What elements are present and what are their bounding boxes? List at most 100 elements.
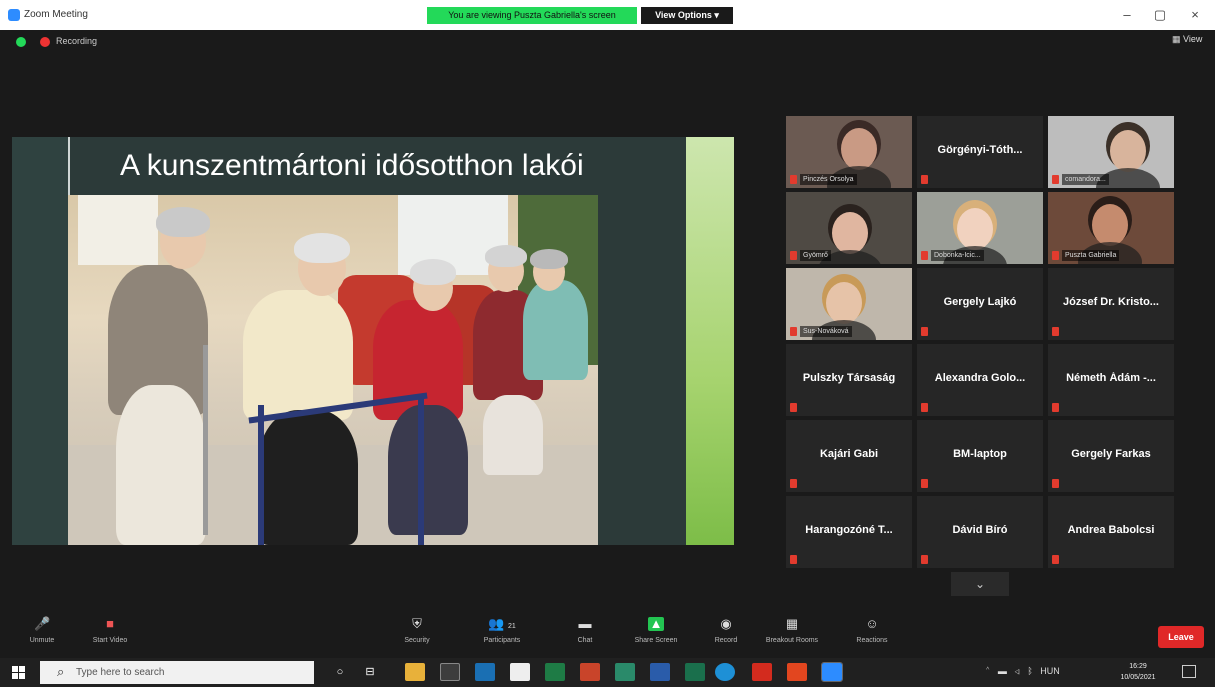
network-icon[interactable]: ▬ [998, 666, 1007, 676]
taskbar-search-box[interactable]: ⌕ Type here to search [40, 661, 314, 684]
participant-tile[interactable]: Sus-Nováková [786, 268, 912, 340]
close-button[interactable]: × [1180, 6, 1210, 24]
participant-name: comandora... [1062, 174, 1109, 185]
participant-tile[interactable]: Gyömrő [786, 192, 912, 264]
participant-name: Puszta Gabriella [1062, 250, 1120, 261]
participant-face [1092, 204, 1128, 246]
zoom-app-icon [8, 9, 20, 21]
camera-off-icon: ■ [106, 616, 114, 631]
muted-microphone-icon [790, 479, 797, 488]
zoom-taskbar-icon[interactable] [821, 662, 843, 682]
participants-count: 21 [508, 623, 516, 630]
bluetooth-icon[interactable]: ᛒ [1027, 666, 1032, 676]
participant-tile[interactable]: Dávid Bíró [917, 496, 1043, 568]
participant-tile[interactable]: Puszta Gabriella [1048, 192, 1174, 264]
slide-title: A kunszentmártoni idősotthon lakói [120, 149, 584, 182]
store-icon[interactable] [440, 663, 460, 681]
record-button[interactable]: ◉ Record [694, 617, 758, 645]
excel-icon[interactable] [545, 663, 565, 681]
document-icon[interactable] [510, 663, 530, 681]
share-screen-icon: ▲ [648, 616, 664, 631]
participant-face [826, 282, 862, 324]
windows-start-icon[interactable] [12, 666, 25, 679]
file-explorer-icon[interactable] [405, 663, 425, 681]
slide-photo [68, 195, 598, 545]
maximize-button[interactable]: ▢ [1145, 6, 1175, 24]
windows-taskbar: ⌕ Type here to search ○ ⊟ ⌃ ▬ ◁ ᛒ HUN 16… [0, 658, 1215, 687]
gallery-next-page-button[interactable]: ⌄ [951, 572, 1009, 596]
window-titlebar: Zoom Meeting You are viewing Puszta Gabr… [0, 0, 1215, 30]
participant-tile[interactable]: comandora... [1048, 116, 1174, 188]
muted-microphone-icon [1052, 327, 1059, 336]
participant-tile[interactable]: BM-laptop [917, 420, 1043, 492]
unmute-button[interactable]: 🎤 Unmute [10, 616, 74, 645]
participant-name: Kajári Gabi [819, 448, 879, 460]
muted-microphone-icon [921, 403, 928, 412]
participant-name: Gergely Farkas [1071, 448, 1151, 460]
participant-tile[interactable]: Dobonka-Icic... [917, 192, 1043, 264]
volume-icon[interactable]: ◁ [1014, 666, 1019, 676]
acrobat-icon[interactable] [752, 663, 772, 681]
participant-tile[interactable]: Pulszky Társaság [786, 344, 912, 416]
participant-tile[interactable]: Andrea Babolcsi [1048, 496, 1174, 568]
participant-name: Alexandra Golo... [934, 372, 1026, 384]
participant-name: Dávid Bíró [952, 524, 1008, 536]
share-screen-button[interactable]: ▲ Share Screen [624, 616, 688, 645]
photos-icon[interactable] [615, 663, 635, 681]
chat-button[interactable]: ▬ Chat [553, 616, 617, 645]
participants-icon: 👥 21 [488, 616, 516, 631]
participant-name: Gergely Lajkó [943, 296, 1017, 308]
notification-icon[interactable] [1182, 665, 1196, 678]
project-icon[interactable] [685, 663, 705, 681]
system-tray[interactable]: ⌃ ▬ ◁ ᛒ HUN [985, 666, 1060, 676]
task-view-icon[interactable]: ⊟ [360, 663, 380, 681]
view-options-button[interactable]: View Options ▾ [641, 7, 733, 24]
muted-microphone-icon [921, 555, 928, 564]
shield-icon: ⛨ [412, 616, 422, 631]
participant-tile[interactable]: Gergely Farkas [1048, 420, 1174, 492]
participants-button[interactable]: 👥 21 Participants [470, 616, 534, 645]
participant-name: Pulszky Társaság [802, 372, 896, 384]
start-video-label: Start Video [92, 637, 128, 644]
participant-name: BM-laptop [953, 448, 1007, 460]
leave-button[interactable]: Leave [1158, 626, 1204, 648]
participant-tile[interactable]: Pinczés Orsolya [786, 116, 912, 188]
edge-icon[interactable] [715, 663, 735, 681]
screen-share-banner: You are viewing Puszta Gabriella's scree… [427, 7, 637, 24]
participant-tile[interactable]: Alexandra Golo... [917, 344, 1043, 416]
office-icon[interactable] [787, 663, 807, 681]
participant-tile[interactable]: Görgényi-Tóth... [917, 116, 1043, 188]
reactions-button[interactable]: ☺ Reactions [840, 616, 904, 645]
minimize-button[interactable]: – [1112, 6, 1142, 24]
search-placeholder: Type here to search [76, 667, 165, 678]
language-indicator[interactable]: HUN [1040, 666, 1060, 676]
chat-icon: ▬ [578, 616, 592, 631]
muted-microphone-icon [790, 175, 797, 184]
powerpoint-icon[interactable] [580, 663, 600, 681]
microphone-muted-icon: 🎤 [34, 616, 51, 631]
participant-tile[interactable]: Harangozóné T... [786, 496, 912, 568]
breakout-rooms-button[interactable]: ▦ Breakout Rooms [760, 616, 824, 645]
taskbar-clock[interactable]: 16:29 10/05/2021 [1118, 661, 1158, 683]
word-icon[interactable] [650, 663, 670, 681]
participant-name: Sus-Nováková [800, 326, 852, 337]
view-button[interactable]: ▦ View [1172, 34, 1202, 45]
mail-icon[interactable] [475, 663, 495, 681]
participant-tile[interactable]: Gergely Lajkó [917, 268, 1043, 340]
participant-tile[interactable]: József Dr. Kristo... [1048, 268, 1174, 340]
start-video-button[interactable]: ■ Start Video [78, 616, 142, 645]
security-button[interactable]: ⛨ Security [385, 616, 449, 645]
breakout-rooms-icon: ▦ [785, 616, 799, 631]
participant-tile[interactable]: Németh Ádám -... [1048, 344, 1174, 416]
reactions-label: Reactions [856, 637, 888, 644]
chevron-up-icon[interactable]: ⌃ [985, 666, 990, 676]
muted-microphone-icon [1052, 175, 1059, 184]
participant-name: Németh Ádám -... [1066, 372, 1156, 384]
slide-left-panel [12, 137, 68, 545]
participant-tile[interactable]: Kajári Gabi [786, 420, 912, 492]
muted-microphone-icon [921, 327, 928, 336]
cortana-icon[interactable]: ○ [330, 663, 350, 681]
reactions-icon: ☺ [865, 616, 879, 631]
encryption-shield-icon[interactable] [16, 37, 26, 47]
muted-microphone-icon [1052, 555, 1059, 564]
